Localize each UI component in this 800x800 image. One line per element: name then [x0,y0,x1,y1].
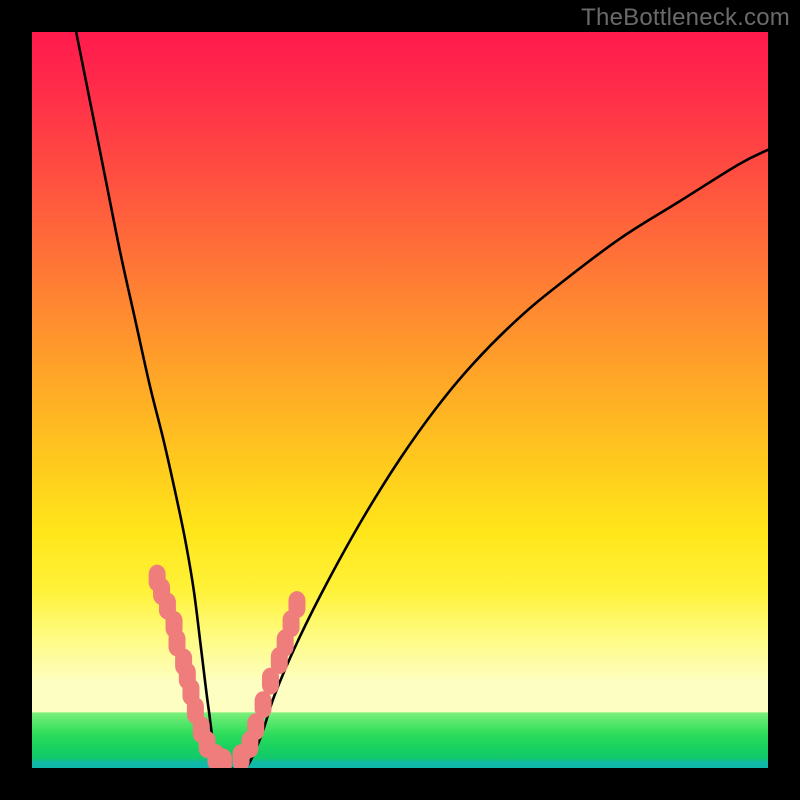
watermark-text: TheBottleneck.com [581,4,790,32]
plot-area [32,32,768,768]
curve-layer [32,32,768,768]
highlight-point [288,591,305,618]
chart-frame: TheBottleneck.com [0,0,800,800]
highlight-point [215,749,232,768]
highlight-point [255,691,272,718]
